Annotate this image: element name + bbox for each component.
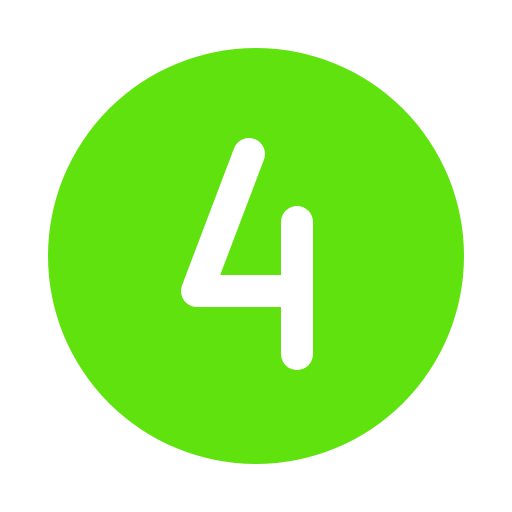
circle-background xyxy=(48,48,464,464)
number-four-circle-icon xyxy=(48,48,464,464)
icon-canvas xyxy=(0,0,512,512)
